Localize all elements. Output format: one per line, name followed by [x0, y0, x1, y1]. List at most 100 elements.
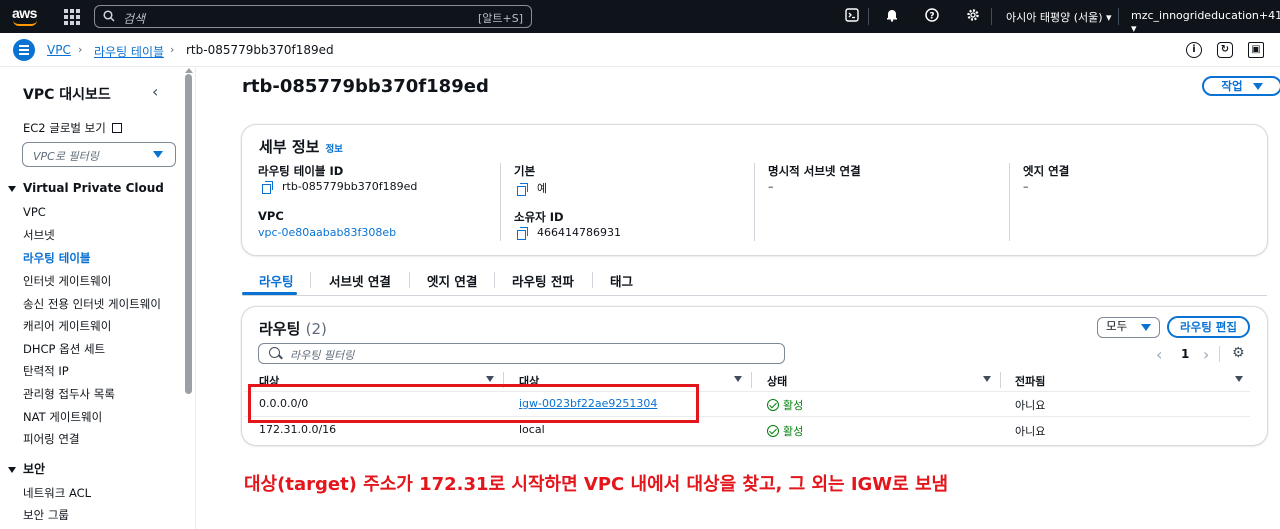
search-icon: [103, 10, 115, 22]
main-label: 기본: [514, 164, 536, 178]
tab-tags[interactable]: 태그: [610, 271, 633, 290]
hamburger-menu-icon[interactable]: [13, 39, 35, 61]
sidebar-item-carrier-gateways[interactable]: 캐리어 게이트웨이: [23, 318, 111, 334]
sidebar-item-network-acl[interactable]: 네트워크 ACL: [23, 485, 91, 501]
check-circle-icon: [767, 425, 779, 437]
info-icon[interactable]: i: [1186, 42, 1202, 58]
next-page-chevron-icon[interactable]: ›: [1203, 345, 1209, 364]
sidebar-scrollbar[interactable]: [185, 74, 192, 394]
tab-route-propagation[interactable]: 라우팅 전파: [512, 271, 574, 290]
sidebar-item-route-tables[interactable]: 라우팅 테이블: [23, 250, 90, 266]
red-highlight-box: [248, 384, 699, 423]
sort-caret-icon[interactable]: [486, 376, 494, 382]
collapse-chevron-left-icon[interactable]: ‹: [152, 82, 158, 101]
route-filter-input[interactable]: 라우팅 필터링: [258, 343, 785, 364]
breadcrumb-bar: VPC › 라우팅 테이블 › rtb-085779bb370f189ed: [0, 33, 1280, 67]
section-virtual-private-cloud[interactable]: Virtual Private Cloud: [8, 181, 164, 195]
chevron-right-icon: ›: [170, 43, 175, 56]
table-settings-gear-icon[interactable]: ⚙: [1232, 345, 1245, 361]
sidebar-item-elastic-ip[interactable]: 탄력적 IP: [23, 363, 69, 379]
copy-icon[interactable]: [262, 181, 273, 194]
side-navigation: VPC 대시보드 ‹ EC2 글로벌 보기 VPC로 필터링 Virtual P…: [0, 68, 196, 529]
aws-logo[interactable]: aws: [12, 6, 42, 26]
explicit-subnet-label: 명시적 서브넷 연결: [768, 164, 861, 178]
column-propagated[interactable]: 전파됨: [1015, 373, 1045, 389]
route-destination: 172.31.0.0/16: [259, 423, 337, 436]
caret-down-icon: [153, 151, 163, 158]
route-status: 활성: [767, 397, 803, 413]
copy-icon[interactable]: [517, 183, 528, 196]
region-selector[interactable]: 아시아 태평양 (서울) ▾: [1006, 9, 1112, 25]
sort-caret-icon[interactable]: [1235, 376, 1243, 382]
sidebar-item-egress-only-igw[interactable]: 송신 전용 인터넷 게이트웨이: [23, 296, 161, 312]
vpc-label: VPC: [258, 209, 284, 223]
search-icon: [269, 347, 280, 358]
settings-gear-icon[interactable]: [965, 8, 981, 24]
sidebar-item-subnets[interactable]: 서브넷: [23, 227, 55, 243]
details-title: 세부 정보 정보: [259, 138, 343, 156]
sidebar-item-nat-gateways[interactable]: NAT 게이트웨이: [23, 409, 102, 425]
vpc-filter-select[interactable]: VPC로 필터링: [22, 142, 176, 167]
tab-subnet-associations[interactable]: 서브넷 연결: [329, 271, 391, 290]
sort-caret-icon[interactable]: [983, 376, 991, 382]
breadcrumb-vpc[interactable]: VPC: [47, 43, 71, 57]
route-propagated: 아니요: [1015, 399, 1046, 412]
cloudshell-icon[interactable]: [844, 8, 860, 24]
search-placeholder: 검색: [123, 12, 146, 26]
search-shortcut: [알트+S]: [477, 12, 523, 25]
breadcrumb-route-tables[interactable]: 라우팅 테이블: [94, 43, 164, 60]
route-filter-placeholder: 라우팅 필터링: [290, 349, 355, 362]
actions-button[interactable]: 작업: [1202, 76, 1280, 96]
sidebar-item-dhcp-options[interactable]: DHCP 옵션 세트: [23, 341, 105, 357]
edge-association-value: –: [1023, 180, 1029, 193]
feedback-icon[interactable]: ↻: [1217, 42, 1233, 58]
detail-tabs: 라우팅 서브넷 연결 엣지 연결 라우팅 전파 태그: [242, 266, 1267, 296]
sidebar-item-internet-gateways[interactable]: 인터넷 게이트웨이: [23, 273, 111, 289]
vpc-filter-placeholder: VPC로 필터링: [33, 150, 99, 163]
expand-triangle-icon: [8, 466, 16, 473]
check-circle-icon: [767, 399, 779, 411]
services-menu-icon[interactable]: [64, 9, 80, 25]
notifications-bell-icon[interactable]: [884, 8, 900, 24]
edge-association-label: 엣지 연결: [1023, 164, 1070, 178]
route-table-id-value: rtb-085779bb370f189ed: [262, 180, 417, 194]
owner-id-value: 466414786931: [517, 226, 621, 240]
sidebar-title[interactable]: VPC 대시보드: [23, 84, 111, 104]
top-navigation: aws 검색 [알트+S] ? 아시아 태평양 (서울) ▾ mzc_innog…: [0, 0, 1280, 35]
help-icon[interactable]: ?: [924, 8, 940, 24]
scrollbar-up-arrow[interactable]: [185, 68, 193, 73]
column-status[interactable]: 상태: [767, 373, 787, 389]
vpc-link[interactable]: vpc-0e80aabab83f308eb: [258, 226, 396, 239]
active-tab-indicator: [242, 292, 297, 295]
route-target: local: [519, 423, 545, 436]
copy-icon[interactable]: [517, 227, 528, 240]
account-menu[interactable]: mzc_innogrideducation+41 ▾: [1131, 9, 1280, 35]
sidebar-item-security-groups[interactable]: 보안 그룹: [23, 507, 69, 523]
caret-down-icon: [1252, 83, 1263, 90]
sidebar-item-peering[interactable]: 피어링 연결: [23, 431, 80, 447]
svg-text:?: ?: [929, 12, 934, 22]
external-link-icon: [112, 123, 123, 133]
sidebar-item-ec2-global-view[interactable]: EC2 글로벌 보기: [23, 120, 123, 136]
details-card: 세부 정보 정보 라우팅 테이블 ID rtb-085779bb370f189ed…: [242, 125, 1267, 255]
sort-caret-icon[interactable]: [734, 376, 742, 382]
sidebar-item-prefix-lists[interactable]: 관리형 접두사 목록: [23, 386, 115, 402]
edit-routes-button[interactable]: 라우팅 편집: [1167, 316, 1250, 338]
page-number[interactable]: 1: [1181, 347, 1189, 361]
page-title: rtb-085779bb370f189ed: [242, 76, 489, 97]
owner-id-label: 소유자 ID: [514, 210, 564, 224]
section-security[interactable]: 보안: [8, 460, 45, 477]
screen-share-icon[interactable]: ▣: [1248, 42, 1264, 58]
sidebar-item-vpc[interactable]: VPC: [23, 205, 46, 219]
tab-edge-associations[interactable]: 엣지 연결: [427, 271, 477, 290]
route-status: 활성: [767, 423, 803, 439]
explicit-subnet-value: –: [768, 180, 774, 193]
main-value: 예: [517, 180, 547, 196]
route-propagated: 아니요: [1015, 425, 1046, 438]
prev-page-chevron-icon[interactable]: ‹: [1156, 345, 1162, 364]
tab-routes[interactable]: 라우팅: [259, 271, 294, 290]
info-link[interactable]: 정보: [325, 144, 342, 155]
route-filter-dropdown[interactable]: 모두: [1097, 317, 1160, 338]
annotation-text: 대상(target) 주소가 172.31로 시작하면 VPC 내에서 대상을 …: [244, 474, 949, 495]
search-input[interactable]: 검색 [알트+S]: [94, 5, 532, 28]
